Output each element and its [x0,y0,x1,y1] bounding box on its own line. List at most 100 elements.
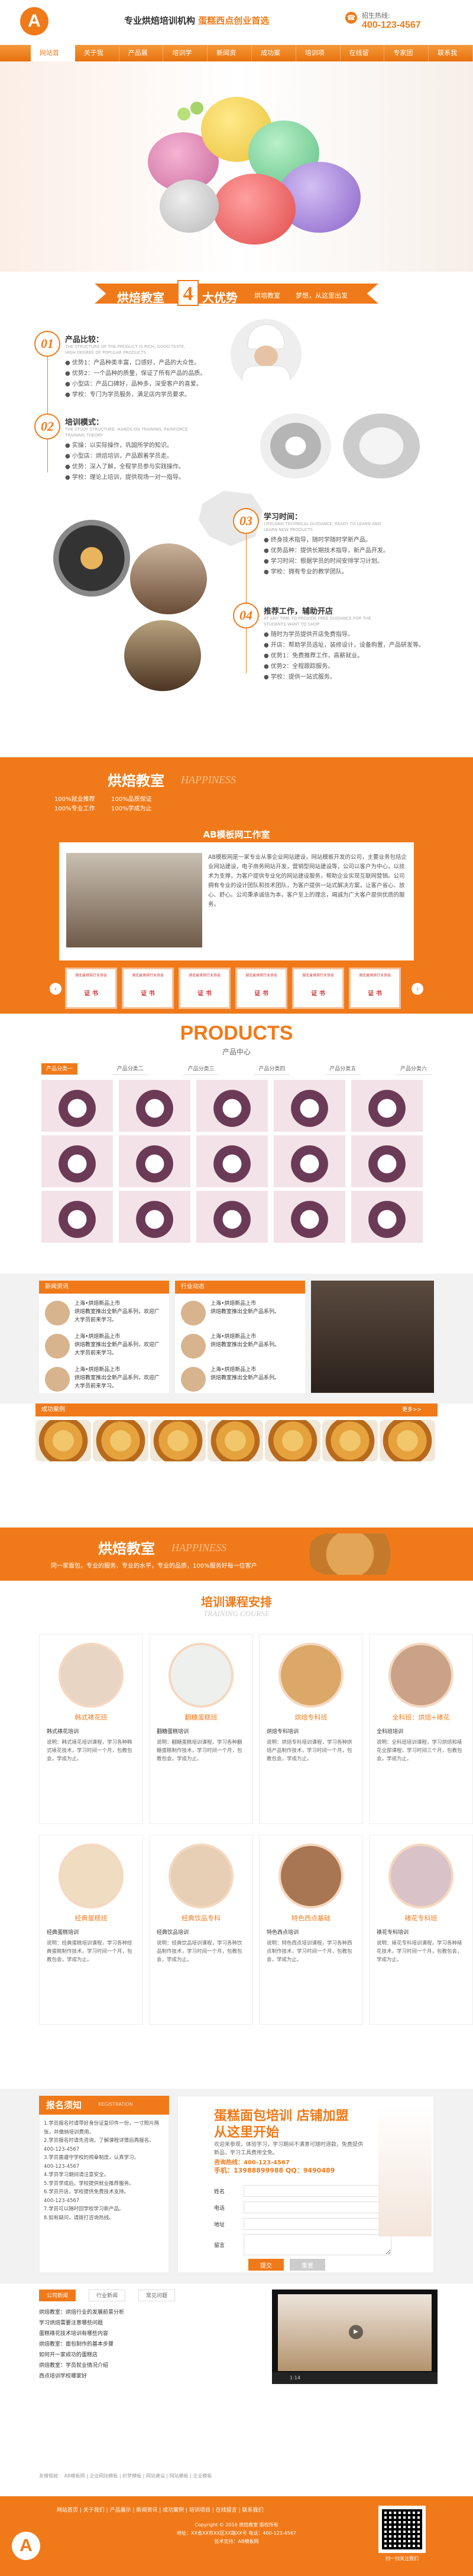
message-textarea[interactable] [244,2234,391,2255]
nav-item-products[interactable]: 产品展示 [119,45,164,73]
certificate[interactable]: 湖北省烘焙行业协会证 书 [179,968,231,1009]
cases-more-link[interactable]: 更多>> [402,1403,422,1416]
notice-line: 4.学员学习期间请注意安全。 [44,2172,109,2178]
tab-industry-news[interactable]: 行业新闻 [89,2290,126,2301]
case-thumbnail[interactable] [322,1420,378,1461]
case-thumbnail[interactable] [208,1420,263,1461]
product-thumbnail[interactable] [274,1135,345,1187]
news-link[interactable]: 烘焙教室：面包制作的基本步骤 [39,2339,264,2350]
certificate-issuer: 湖北省烘焙行业协会 [245,973,277,978]
product-tab[interactable]: 产品分类二 [112,1063,148,1075]
news-link[interactable]: 烘焙教室：烘焙行业的发展前景分析 [39,2307,264,2318]
course-card[interactable]: 经典饮品专科 经典饮品培训 说明：经典饮品培训课程，学习各种饮品制作技术，学习时间一… [149,1835,253,2025]
product-thumbnail[interactable] [351,1191,423,1243]
form-row-address: 地址 [214,2216,391,2232]
course-card[interactable]: 裱花专科班 裱花专科培训 说明：裱花专科培训课程，学习各种裱花技术，学习时间一个月，… [369,1835,473,2025]
product-thumbnail[interactable] [119,1135,190,1187]
certificate[interactable]: 湖北省烘焙行业协会证 书 [349,968,401,1009]
news-link[interactable]: 学习烘焙需要注意哪些问题 [39,2318,264,2329]
product-tab[interactable]: 产品分类四 [254,1063,290,1075]
signup-section: 报名须知 REGISTRATION 1.学员报名时请带好身份证复印件一份，一寸照… [0,2089,473,2284]
friend-link[interactable]: AB模板网 [64,2473,85,2479]
nav-item-news[interactable]: 新闻资讯 [208,45,252,73]
product-thumbnail[interactable] [351,1080,423,1132]
product-thumbnail[interactable] [274,1191,345,1243]
footer-nav-item[interactable]: 联系我们 [242,2507,263,2513]
case-thumbnail[interactable] [150,1420,206,1461]
news-link[interactable]: 如何开一家成功的蛋糕店 [39,2350,264,2360]
course-card[interactable]: 全科班：烘焙+裱花 全科班培训 说明：全科班培训课程，学习烘焙和裱花全部课程，学习时… [369,1634,473,1824]
news-link[interactable]: 西点培训学校哪家好 [39,2371,264,2382]
product-thumbnail[interactable] [196,1080,268,1132]
nav-item-training[interactable]: 培训项目 [296,45,341,73]
carousel-prev-button[interactable]: ‹ [50,983,61,995]
case-thumbnail[interactable] [380,1420,435,1461]
product-thumbnail[interactable] [196,1135,268,1187]
tab-company-news[interactable]: 公司新闻 [39,2290,76,2301]
product-thumbnail[interactable] [41,1080,113,1132]
case-thumbnail[interactable] [265,1420,320,1461]
certificate[interactable]: 湖北省烘焙行业协会证 书 [292,968,344,1009]
friend-link[interactable]: 企业网站模板 [89,2473,118,2479]
product-tab[interactable]: 产品分类六 [395,1063,432,1075]
product-tab[interactable]: 产品分类三 [183,1063,219,1075]
news-item[interactable]: 上海•烘焙新品上市 烘焙教室推出全新产品系列。 [210,1333,299,1349]
product-thumbnail[interactable] [119,1080,190,1132]
news-thumbnail [45,1367,70,1392]
product-thumbnail[interactable] [196,1191,268,1243]
nav-item-contact[interactable]: 联系我们 [429,45,473,73]
footer-nav-item[interactable]: 培训项目 [189,2507,210,2513]
product-tab[interactable]: 产品分类五 [325,1063,361,1075]
product-thumbnail[interactable] [41,1135,113,1187]
products-section: PRODUCTS 产品中心 产品分类一 产品分类二 产品分类三 产品分类四 产品… [0,1014,473,1274]
certificate[interactable]: 湖北省烘焙行业协会证 书 [122,968,174,1009]
certificate[interactable]: 湖北省烘焙行业协会证 书 [65,968,117,1009]
nav-item-about[interactable]: 关于我们 [75,45,119,73]
news-link[interactable]: 烘焙教室：学员就业情况介绍 [39,2360,264,2371]
news-link[interactable]: 蛋糕裱花技术培训有哪些内容 [39,2329,264,2339]
case-thumbnail[interactable] [35,1420,91,1461]
footer-nav-item[interactable]: 网站首页 [57,2507,78,2513]
footer-nav-item[interactable]: 成功案例 [163,2507,184,2513]
nav-item-school[interactable]: 培训学校 [163,45,208,73]
tab-faq[interactable]: 常见问题 [138,2290,176,2301]
nav-item-experts[interactable]: 专家团队 [384,45,429,73]
news-item[interactable]: 上海•烘焙新品上市 烘焙教室推出全新产品系列，欢迎广大学员前来学习。 [74,1366,163,1390]
phone-input[interactable] [244,2202,391,2213]
footer-nav-item[interactable]: 产品展示 [110,2507,131,2513]
nav-item-home[interactable]: 网站首页 [31,45,75,73]
nav-item-message[interactable]: 在线留言 [341,45,385,73]
news-item[interactable]: 上海•烘焙新品上市 烘焙教室推出全新产品系列，欢迎广大学员前来学习。 [74,1300,163,1324]
product-thumbnail[interactable] [351,1135,423,1187]
address-input[interactable] [244,2218,391,2230]
carousel-next-button[interactable]: › [412,983,423,995]
friend-link[interactable]: 织梦模板 [122,2473,141,2479]
footer-nav-item[interactable]: 关于我们 [83,2507,105,2513]
course-card[interactable]: 烘焙专科班 烘焙专科培训 说明：烘焙专科培训课程，学习各种烘焙产品制作技术，学习时间… [259,1634,363,1824]
footer-nav-item[interactable]: 新闻资讯 [136,2507,157,2513]
nav-item-cases[interactable]: 成功案例 [252,45,296,73]
course-card[interactable]: 特色西点基础 特色西点培训 说明：特色西点培训课程，学习各种西点制作技术，学习时间一… [259,1835,363,2025]
friend-link[interactable]: 网站模板 [170,2473,189,2479]
reset-button[interactable]: 重置 [290,2259,325,2271]
course-card[interactable]: 韩式裱花班 韩式裱花培训 说明：韩式裱花培训课程，学习各种韩式裱花技术，学习时间一个… [39,1634,143,1824]
news-item[interactable]: 上海•烘焙新品上市 烘焙教室推出全新产品系列，欢迎广大学员前来学习。 [74,1333,163,1357]
product-thumbnail[interactable] [119,1191,190,1243]
name-input[interactable] [244,2185,391,2197]
friend-link[interactable]: 网站建设 [146,2473,165,2479]
video-controls[interactable]: 1:14 [272,2372,438,2384]
friend-link[interactable]: 企业模板 [193,2473,212,2479]
play-icon[interactable]: ▶ [349,2325,363,2339]
case-thumbnail[interactable] [93,1420,148,1461]
course-card[interactable]: 翻糖蛋糕班 翻糖蛋糕培训 说明：翻糖蛋糕培训课程，学习各种翻糖蛋糕制作技术，学习时间… [149,1634,253,1824]
news-item[interactable]: 上海•烘焙新品上市 烘焙教室推出全新产品系列。 [210,1300,299,1316]
footer-nav-item[interactable]: 在线留言 [216,2507,237,2513]
submit-button[interactable]: 提交 [248,2259,284,2271]
news-item[interactable]: 上海•烘焙新品上市 烘焙教室推出全新产品系列。 [210,1366,299,1382]
product-thumbnail[interactable] [274,1080,345,1132]
certificate[interactable]: 湖北省烘焙行业协会证 书 [235,968,287,1009]
site-logo[interactable]: A [20,7,48,35]
product-tab[interactable]: 产品分类一 [41,1063,78,1075]
product-thumbnail[interactable] [41,1191,113,1243]
course-card[interactable]: 经典蛋糕班 经典蛋糕培训 说明：经典蛋糕培训课程，学习各种经典蛋糕制作技术，学习时间… [39,1835,143,2025]
